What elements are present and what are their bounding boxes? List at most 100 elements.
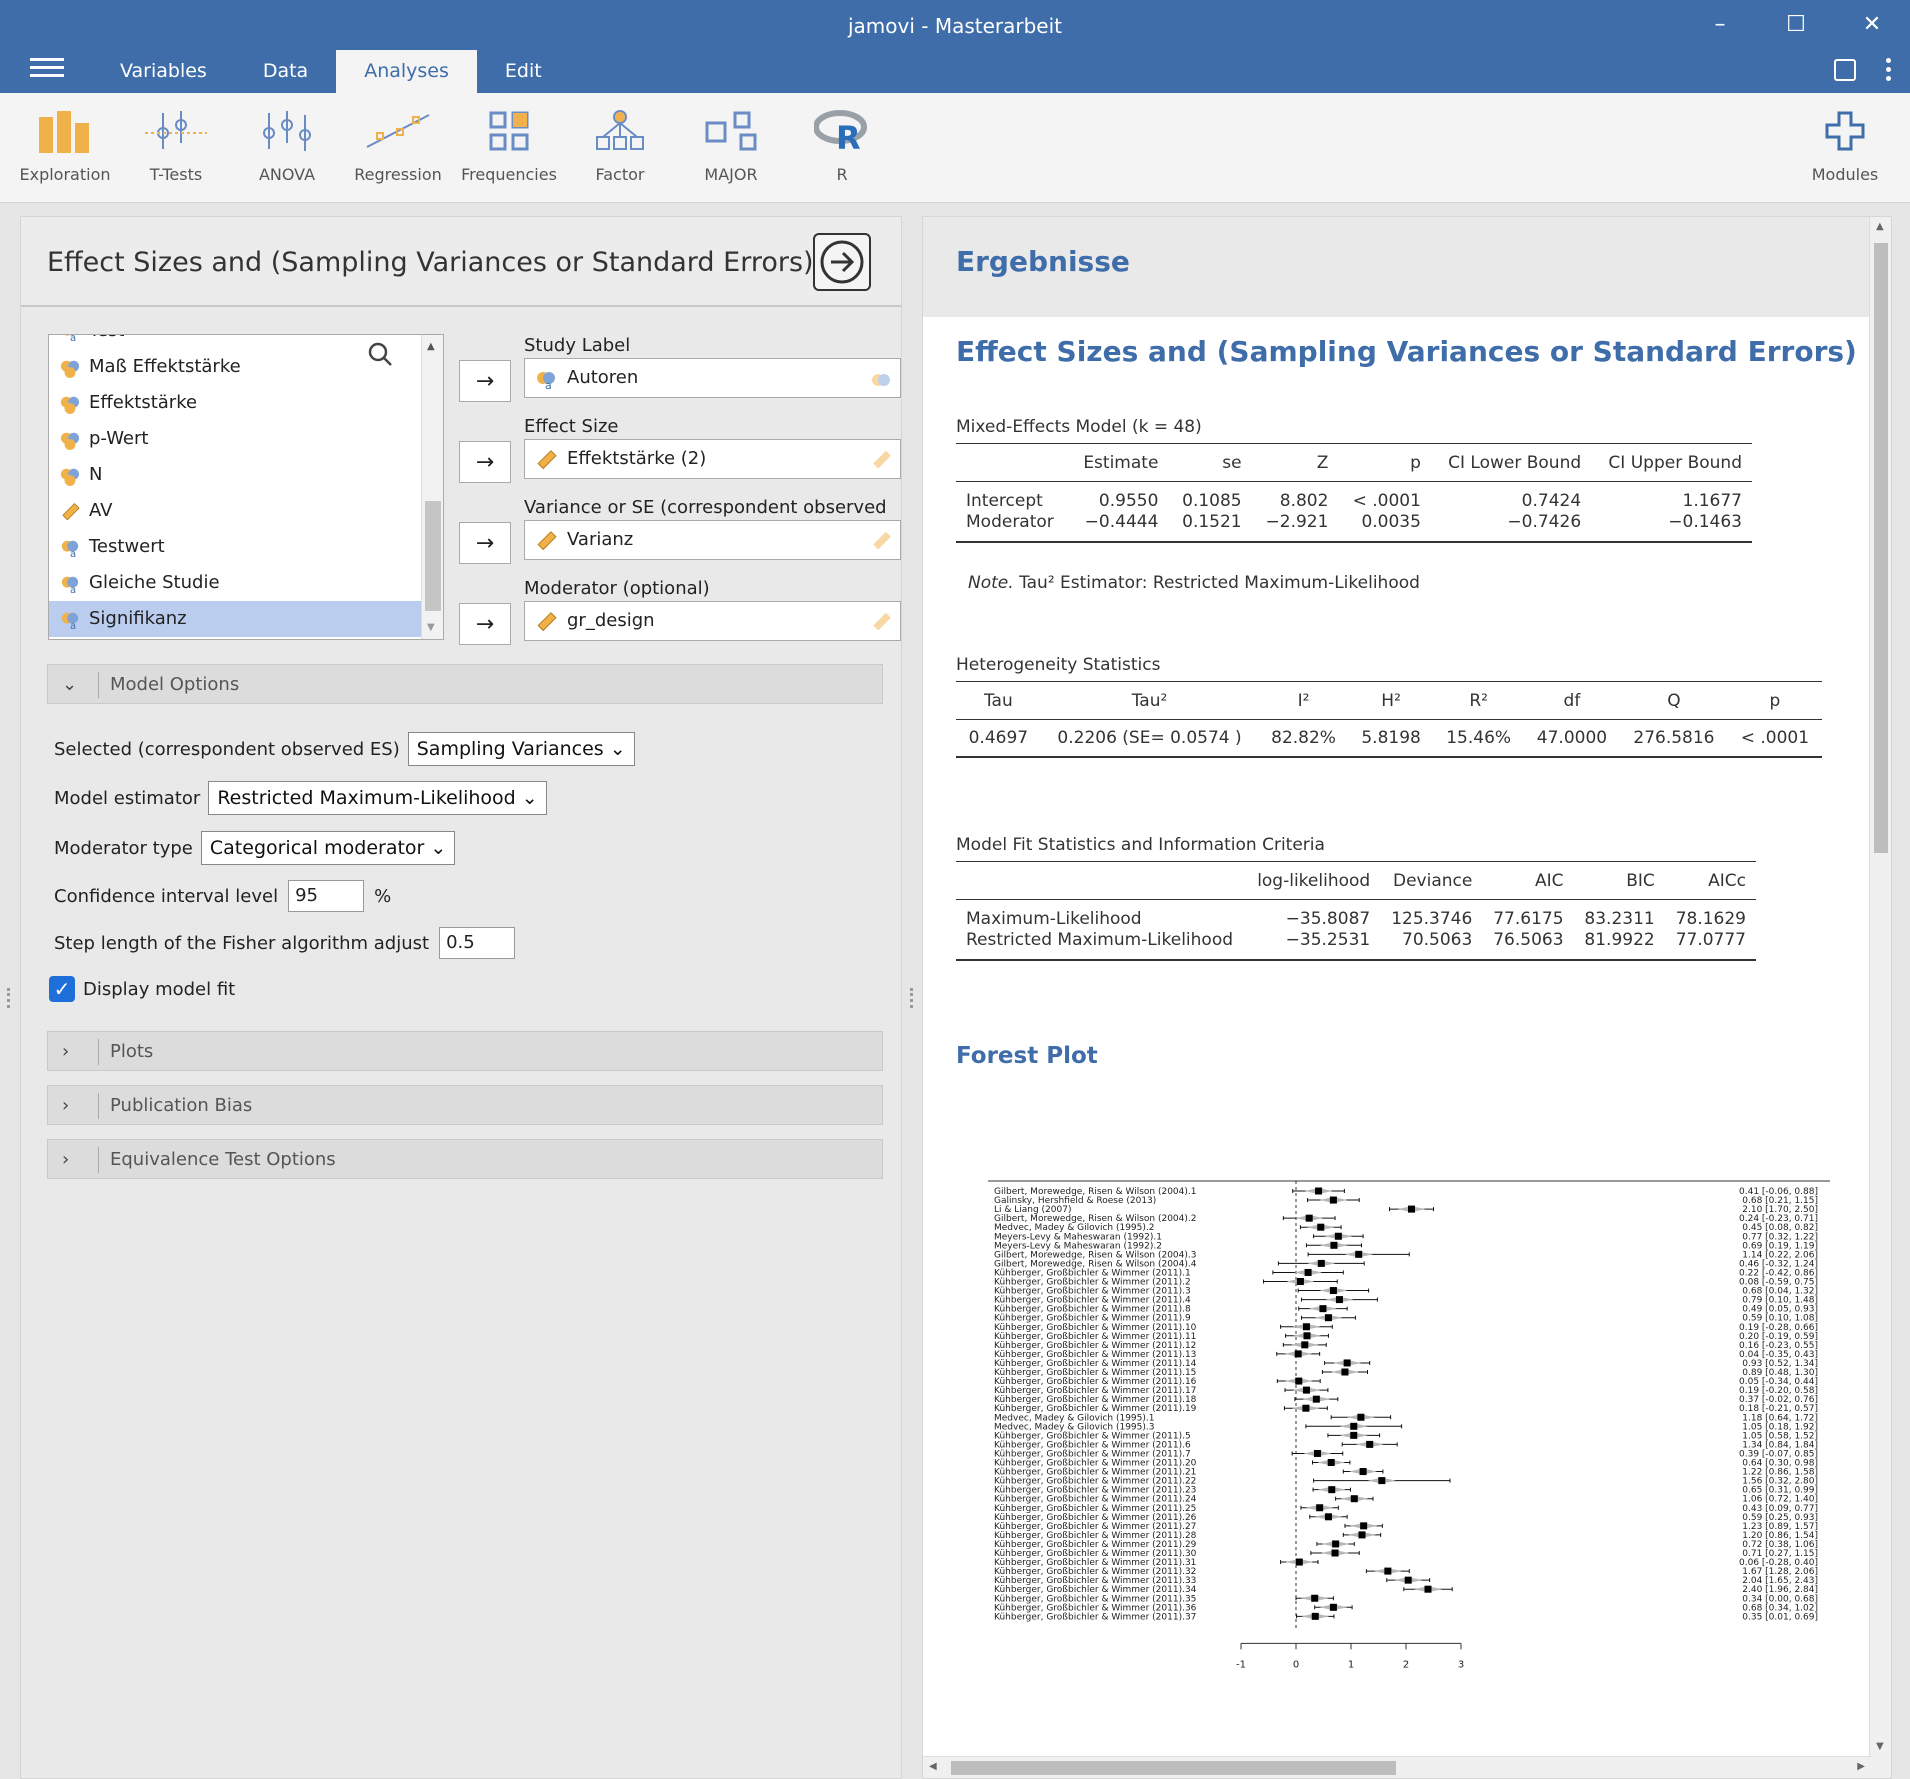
continuous-type-icon — [873, 612, 891, 631]
tab-edit[interactable]: Edit — [477, 50, 570, 93]
publication-bias-section-header[interactable]: › Publication Bias — [47, 1085, 883, 1125]
ribbon-t-tests[interactable]: T-Tests — [121, 105, 231, 184]
estimator-dropdown[interactable]: Restricted Maximum-Likelihood ⌄ — [208, 781, 547, 815]
ribbon-label: ANOVA — [258, 165, 316, 184]
scroll-left-icon[interactable]: ◀ — [929, 1761, 937, 1772]
scrollbar-thumb[interactable] — [1874, 243, 1888, 853]
move-to-variance-button[interactable]: → — [459, 522, 511, 564]
step-label: Step length of the Fisher algorithm adju… — [54, 932, 430, 954]
forest-plot: Gilbert, Morewedge, Risen & Wilson (2004… — [988, 1180, 1830, 1670]
variable-list[interactable]: a Test Maß Effektstärke Effektstärke p-Wert N… — [48, 334, 444, 640]
checkmark-icon: ✓ — [53, 977, 71, 1001]
estimate-point — [1311, 1612, 1319, 1620]
ribbon-anova[interactable]: ANOVA — [232, 105, 342, 184]
estimate-point — [1311, 1594, 1319, 1602]
table-header-row: Tau Tau² I² H² R² df Q p — [956, 681, 1822, 720]
estimate-point — [1357, 1413, 1365, 1421]
ribbon-exploration[interactable]: Exploration — [10, 105, 120, 184]
chevron-down-icon: ⌄ — [609, 738, 626, 760]
moderator-field[interactable]: gr_design — [524, 601, 901, 641]
estimate-point — [1304, 1268, 1312, 1276]
model-options-section-header[interactable]: ⌄ Model Options — [47, 664, 883, 704]
ribbon-major[interactable]: MAJOR — [676, 105, 786, 184]
nominal-icon — [60, 360, 80, 378]
estimate-point — [1302, 1404, 1310, 1412]
variable-item[interactable]: p-Wert — [49, 421, 422, 457]
left-resize-handle[interactable] — [7, 988, 11, 1008]
plus-icon — [1790, 105, 1900, 157]
display-fit-option-row: ✓ Display model fit — [49, 972, 235, 1006]
estimate-point — [1302, 1386, 1310, 1394]
ribbon-frequencies[interactable]: Frequencies — [454, 105, 564, 184]
chevron-down-icon: ⌄ — [430, 837, 447, 859]
hamburger-menu-icon[interactable] — [30, 58, 64, 82]
scrollbar-thumb[interactable] — [425, 501, 441, 611]
estimate-point — [1359, 1468, 1367, 1476]
nominal-text-icon: a — [537, 372, 555, 390]
estimate-point — [1296, 1278, 1304, 1285]
variable-item[interactable]: a Gleiche Studie — [49, 565, 422, 601]
estimate-point — [1312, 1395, 1320, 1403]
estimate-point — [1317, 1223, 1325, 1231]
moderator-type-dropdown[interactable]: Categorical moderator ⌄ — [200, 831, 456, 865]
minimize-button[interactable]: – — [1682, 0, 1758, 48]
close-button[interactable]: ✕ — [1834, 0, 1910, 48]
step-input[interactable]: 0.5 — [439, 927, 516, 959]
ribbon-factor[interactable]: Factor — [565, 105, 675, 184]
ci-value-label: 0.35 [0.01, 0.69] — [1742, 1612, 1818, 1622]
estimate-point — [1303, 1332, 1311, 1340]
ribbon-regression[interactable]: Regression — [343, 105, 453, 184]
move-to-effect-size-button[interactable]: → — [459, 441, 511, 483]
tab-data[interactable]: Data — [235, 50, 336, 93]
variable-item[interactable]: a Testwert — [49, 529, 422, 565]
selected-dropdown[interactable]: Sampling Variances ⌄ — [407, 732, 635, 766]
ribbon-r[interactable]: R R — [787, 105, 897, 184]
ci-input[interactable]: 95 — [288, 880, 365, 912]
scroll-up-icon[interactable]: ▲ — [427, 341, 435, 352]
variable-name: Signifikanz — [89, 608, 187, 629]
variable-item[interactable]: AV — [49, 493, 422, 529]
ribbon-modules[interactable]: Modules — [1790, 105, 1900, 184]
svg-text:a: a — [70, 549, 76, 558]
section-title: Equivalence Test Options — [110, 1149, 336, 1170]
variable-item[interactable]: Effektstärke — [49, 385, 422, 421]
variable-list-scrollbar[interactable]: ▲ ▼ — [421, 335, 443, 639]
continuous-ruler-icon — [537, 612, 557, 632]
note-label: Note. — [968, 573, 1014, 593]
equivalence-section-header[interactable]: › Equivalence Test Options — [47, 1139, 883, 1179]
scrollbar-thumb[interactable] — [951, 1761, 1396, 1775]
move-to-study-label-button[interactable]: → — [459, 360, 511, 402]
move-to-moderator-button[interactable]: → — [459, 603, 511, 645]
moderator-type-label: Moderator type — [54, 837, 193, 859]
results-horizontal-scrollbar[interactable]: ◀ ▶ — [923, 1756, 1871, 1778]
splitter-handle[interactable] — [910, 988, 914, 1008]
study-label-field[interactable]: a Autoren — [524, 358, 901, 398]
tab-variables[interactable]: Variables — [92, 50, 235, 93]
variable-name: Effektstärke — [89, 392, 198, 413]
effect-size-field[interactable]: Effektstärke (2) — [524, 439, 901, 479]
close-options-button[interactable] — [813, 233, 871, 291]
scroll-right-icon[interactable]: ▶ — [1857, 1761, 1865, 1772]
scroll-down-icon[interactable]: ▼ — [1876, 1741, 1884, 1752]
tab-analyses[interactable]: Analyses — [336, 50, 477, 93]
estimate-point — [1305, 1214, 1313, 1222]
display-fit-checkbox[interactable]: ✓ — [49, 976, 75, 1002]
scroll-down-icon[interactable]: ▼ — [427, 622, 435, 633]
variable-item[interactable]: a Signifikanz — [49, 601, 422, 637]
maximize-button[interactable]: ☐ — [1758, 0, 1834, 48]
svg-text:a: a — [70, 585, 76, 594]
estimate-point — [1404, 1576, 1412, 1584]
estimate-point — [1316, 1504, 1324, 1512]
plots-section-header[interactable]: › Plots — [47, 1031, 883, 1071]
moderator-type-option-row: Moderator type Categorical moderator ⌄ — [54, 831, 456, 865]
results-mode-icon[interactable] — [1834, 58, 1856, 81]
results-vertical-scrollbar[interactable]: ▲ ▼ — [1869, 217, 1891, 1778]
section-title: Model Options — [110, 674, 240, 695]
more-options-icon[interactable] — [1886, 58, 1892, 81]
variable-item[interactable]: N — [49, 457, 422, 493]
table-row: Intercept 0.9550 0.1085 8.802 < .0001 0.… — [966, 490, 1742, 511]
variance-field[interactable]: Varianz — [524, 520, 901, 560]
scroll-up-icon[interactable]: ▲ — [1876, 221, 1884, 232]
forest-plot-title: Forest Plot — [956, 1043, 1098, 1069]
search-icon[interactable] — [367, 341, 393, 367]
